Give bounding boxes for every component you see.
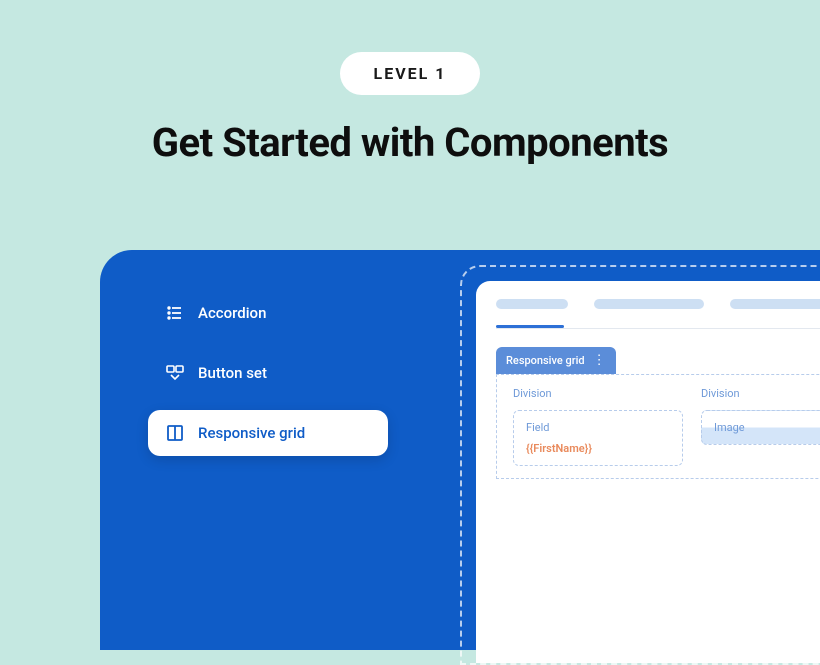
list-icon <box>166 304 184 322</box>
tab-placeholder[interactable] <box>730 299 820 309</box>
sidebar-item-label: Button set <box>198 364 267 382</box>
division-label: Division <box>701 387 820 400</box>
division[interactable]: Division Field {{FirstName}} <box>513 387 683 466</box>
sidebar-item-responsive-grid[interactable]: Responsive grid <box>148 410 388 456</box>
image-box[interactable]: Image <box>701 410 820 445</box>
components-panel: Accordion Button set Responsive grid <box>100 250 820 650</box>
tab-placeholder[interactable] <box>496 299 568 309</box>
division[interactable]: Division Image <box>701 387 820 466</box>
grid-tag-label: Responsive grid <box>506 354 585 367</box>
tab-placeholder[interactable] <box>594 299 704 309</box>
field-label: Field <box>526 421 670 434</box>
image-label: Image <box>714 421 820 434</box>
sidebar-item-button-set[interactable]: Button set <box>148 350 388 396</box>
button-set-icon <box>166 364 184 382</box>
preview-window: Responsive grid ⋮ Division Field {{First… <box>460 265 820 665</box>
more-icon[interactable]: ⋮ <box>593 354 606 367</box>
component-sidebar: Accordion Button set Responsive grid <box>148 290 388 456</box>
preview-canvas: Responsive grid ⋮ Division Field {{First… <box>476 281 820 663</box>
division-label: Division <box>513 387 683 400</box>
page-title: Get Started with Components <box>0 119 820 166</box>
field-box[interactable]: Field {{FirstName}} <box>513 410 683 466</box>
sidebar-item-label: Accordion <box>198 304 266 322</box>
tab-row <box>496 299 820 309</box>
grid-component-tag[interactable]: Responsive grid ⋮ <box>496 347 616 374</box>
field-value: {{FirstName}} <box>526 442 670 455</box>
grid-divisions: Division Field {{FirstName}} Division Im… <box>496 374 820 479</box>
sidebar-item-accordion[interactable]: Accordion <box>148 290 388 336</box>
sidebar-item-label: Responsive grid <box>198 424 305 442</box>
grid-icon <box>166 424 184 442</box>
level-badge: LEVEL 1 <box>340 52 481 95</box>
tab-divider <box>496 328 820 329</box>
